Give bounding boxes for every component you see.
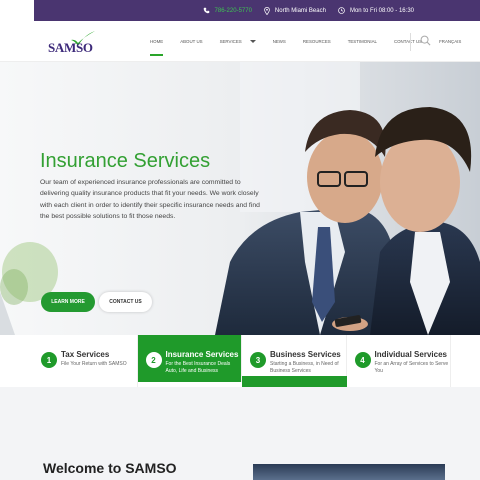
chevron-down-icon [249,40,256,43]
logo[interactable]: SAMSO [48,31,95,57]
contact-us-button[interactable]: CONTACT US [99,292,152,312]
service-number: 1 [41,352,57,368]
location-info: North Miami Beach [264,6,326,15]
service-number: 2 [145,352,162,368]
hours-info: Mon to Fri 08:00 - 16:30 [338,7,414,14]
welcome-image [253,464,445,480]
nav-resources[interactable]: RESOURCES [303,21,331,62]
nav-about-us[interactable]: ABOUT US [180,21,202,62]
hero-description: Our team of experienced insurance profes… [40,179,260,220]
service-title: Tax Services [61,350,110,359]
service-number: 3 [250,352,266,368]
map-pin-icon [264,6,270,15]
service-card-tax[interactable]: 1 Tax Services File Your Return with SAM… [33,335,138,387]
nav-divider [410,33,411,51]
hero-title: Insurance Services [40,150,211,172]
nav-francais[interactable]: FRANÇAIS [439,21,461,62]
service-title: Business Services [270,350,341,359]
header: SAMSO HOME ABOUT US SERVICES NEWS RESOUR… [0,21,480,62]
service-subtitle: For the Best Insurance Deals Auto, Life … [165,361,231,374]
service-title: Insurance Services [165,350,239,359]
welcome-title: Welcome to SAMSO [43,460,177,476]
phone-icon [203,7,209,14]
service-subtitle: Starting a Business, in Need of Business… [270,361,339,374]
nav-home[interactable]: HOME [150,21,164,62]
hero-banner: Insurance Services Our team of experienc… [0,62,480,335]
phone-number[interactable]: 786-220-5770 [215,8,252,14]
service-title: Individual Services [374,350,447,359]
logo-text: SAMSO [48,40,93,55]
service-card-individual[interactable]: 4 Individual Services For an Array of Se… [346,335,451,387]
page: 786-220-5770 North Miami Beach Mon to Fr… [0,0,480,480]
nav-services[interactable]: SERVICES [220,21,256,62]
learn-more-button[interactable]: LEARN MORE [41,292,95,312]
phone-contact[interactable]: 786-220-5770 [203,7,252,14]
service-subtitle: For an Array of Services to Serve You [374,361,449,374]
service-subtitle: File Your Return with SAMSO [61,361,127,367]
service-card-insurance[interactable]: 2 Insurance Services For the Best Insura… [137,335,242,382]
nav-contact-us[interactable]: CONTACT US [394,21,422,62]
nav-testimonial[interactable]: TESTIMONIAL [348,21,377,62]
search-icon[interactable] [420,35,431,46]
service-number: 4 [354,352,371,368]
location-text: North Miami Beach [274,7,326,14]
clock-icon [338,7,345,14]
top-bar: 786-220-5770 North Miami Beach Mon to Fr… [34,0,480,21]
service-hover-bar [242,376,347,387]
nav-services-label: SERVICES [219,39,242,44]
hours-text: Mon to Fri 08:00 - 16:30 [349,7,414,14]
nav-news[interactable]: NEWS [273,21,286,62]
